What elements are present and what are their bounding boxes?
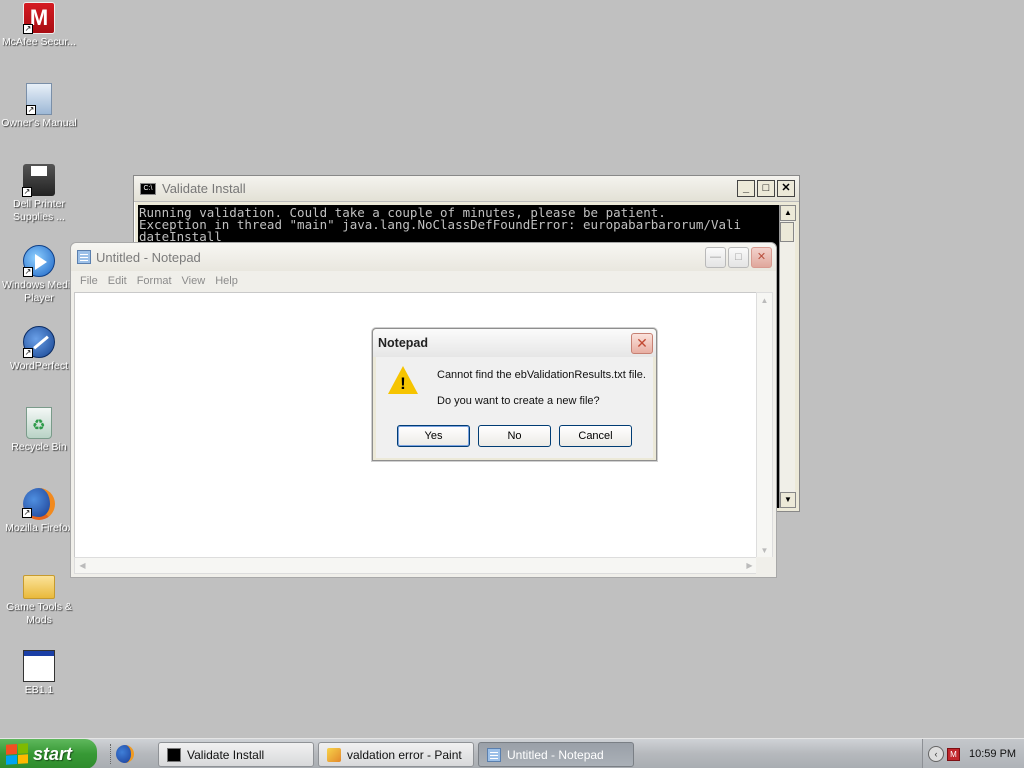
quick-launch <box>110 743 150 765</box>
desktop-icon-label: WordPerfect <box>9 360 69 372</box>
menu-view[interactable]: View <box>177 275 211 287</box>
printer-icon: ↗ <box>22 164 55 197</box>
mcafee-tray-icon[interactable]: M <box>947 747 960 761</box>
desktop-icon-owners-manual[interactable]: ↗ Owner's Manual <box>0 83 78 130</box>
firefox-icon: ↗ <box>22 488 55 520</box>
program-icon <box>23 650 55 682</box>
scroll-down-icon[interactable]: ▼ <box>780 492 796 508</box>
task-validate-install[interactable]: Validate Install <box>158 742 314 767</box>
clock[interactable]: 10:59 PM <box>969 748 1016 760</box>
desktop-icon-dell-printer[interactable]: ↗ Dell Printer Supplies ... <box>0 164 78 224</box>
scroll-down-icon[interactable]: ▼ <box>757 543 772 558</box>
scroll-thumb[interactable] <box>780 222 794 242</box>
notepad-icon <box>487 747 501 762</box>
console-icon <box>167 747 181 762</box>
cancel-button[interactable]: Cancel <box>559 425 632 447</box>
manual-icon: ↗ <box>26 83 52 115</box>
minimize-button[interactable]: _ <box>737 180 755 197</box>
system-tray: ‹ M 10:59 PM <box>922 739 1024 768</box>
scroll-up-icon[interactable]: ▲ <box>780 205 796 221</box>
warning-exclamation-icon: ! <box>400 374 406 393</box>
task-label: Untitled - Notepad <box>507 747 604 762</box>
desktop-icon-label: Mozilla Firefox <box>5 522 73 534</box>
dialog-question: Do you want to create a new file? <box>437 395 600 407</box>
scroll-right-icon[interactable]: ▶ <box>742 558 757 573</box>
console-title: Validate Install <box>162 181 246 196</box>
desktop-icon-recycle-bin[interactable]: ♻ Recycle Bin <box>0 407 78 454</box>
desktop-icon-eb11[interactable]: EB1.1 <box>0 650 78 697</box>
console-scrollbar[interactable]: ▲ ▼ <box>779 205 796 508</box>
notepad-dialog: Notepad ✕ ! Cannot find the ebValidation… <box>372 328 657 461</box>
recycle-bin-icon: ♻ <box>26 407 52 439</box>
dialog-body: ! Cannot find the ebValidationResults.tx… <box>376 357 653 458</box>
wordperfect-icon: ↗ <box>23 326 55 358</box>
desktop-icon-label: Windows Media Player <box>1 279 77 304</box>
menu-bar: File Edit Format View Help <box>71 271 776 291</box>
horizontal-scrollbar[interactable]: ◀ ▶ <box>74 557 758 574</box>
paint-icon <box>327 747 341 762</box>
desktop-icon-wordperfect[interactable]: ↗ WordPerfect <box>0 326 78 373</box>
toolbar-grip <box>110 744 112 764</box>
firefox-quicklaunch-icon[interactable] <box>116 745 134 763</box>
menu-format[interactable]: Format <box>132 275 177 287</box>
show-hidden-icons-icon[interactable]: ‹ <box>928 746 944 762</box>
windows-flag-icon <box>6 743 28 765</box>
desktop-icon-firefox[interactable]: ↗ Mozilla Firefox <box>0 488 78 535</box>
desktop-icon-label: Game Tools & Mods <box>6 601 72 626</box>
menu-edit[interactable]: Edit <box>103 275 132 287</box>
notepad-title-bar[interactable]: Untitled - Notepad — □ ✕ <box>71 243 776 271</box>
menu-file[interactable]: File <box>75 275 103 287</box>
task-label: Validate Install <box>187 747 265 762</box>
yes-button[interactable]: Yes <box>397 425 470 447</box>
dialog-title: Notepad <box>378 336 428 350</box>
close-button[interactable]: ✕ <box>777 180 795 197</box>
folder-icon <box>23 575 55 599</box>
mcafee-icon: M ↗ <box>23 2 55 34</box>
task-paint[interactable]: valdation error - Paint <box>318 742 474 767</box>
dialog-close-button[interactable]: ✕ <box>631 332 653 354</box>
start-label: start <box>33 743 73 764</box>
media-player-icon: ↗ <box>23 245 55 277</box>
desktop-icon-game-tools[interactable]: Game Tools & Mods <box>0 569 78 627</box>
console-line: Exception in thread "main" java.lang.NoC… <box>139 217 742 232</box>
desktop-icon-mcafee[interactable]: M ↗ McAfee Secur... <box>0 2 78 49</box>
dialog-message: Cannot find the ebValidationResults.txt … <box>437 369 646 381</box>
minimize-button[interactable]: — <box>705 246 726 268</box>
desktop-icon-label: Recycle Bin <box>11 441 67 453</box>
console-icon: C:\ <box>140 182 156 195</box>
maximize-button[interactable]: □ <box>728 246 749 268</box>
start-button[interactable]: start <box>0 739 97 768</box>
desktop-icon-label: McAfee Secur... <box>1 36 77 48</box>
dialog-title-bar[interactable]: Notepad ✕ <box>373 329 656 357</box>
scroll-up-icon[interactable]: ▲ <box>757 293 772 308</box>
maximize-button[interactable]: □ <box>757 180 775 197</box>
notepad-title: Untitled - Notepad <box>96 249 201 265</box>
scroll-left-icon[interactable]: ◀ <box>75 558 90 573</box>
task-notepad[interactable]: Untitled - Notepad <box>478 742 634 767</box>
vertical-scrollbar[interactable]: ▲ ▼ <box>756 292 773 559</box>
task-label: valdation error - Paint <box>347 747 462 762</box>
menu-help[interactable]: Help <box>210 275 243 287</box>
resize-grip-icon[interactable] <box>756 557 773 574</box>
desktop-icon-label: Dell Printer Supplies ... <box>13 198 65 223</box>
desktop-icon-label: Owner's Manual <box>1 117 77 129</box>
notepad-icon <box>77 250 91 264</box>
desktop-icon-label: EB1.1 <box>24 684 54 696</box>
desktop-icon-media-player[interactable]: ↗ Windows Media Player <box>0 245 78 305</box>
taskbar: start Validate Install valdation error -… <box>0 738 1024 768</box>
close-button[interactable]: ✕ <box>751 246 772 268</box>
no-button[interactable]: No <box>478 425 551 447</box>
console-title-bar[interactable]: C:\ Validate Install _ □ ✕ <box>134 176 799 202</box>
